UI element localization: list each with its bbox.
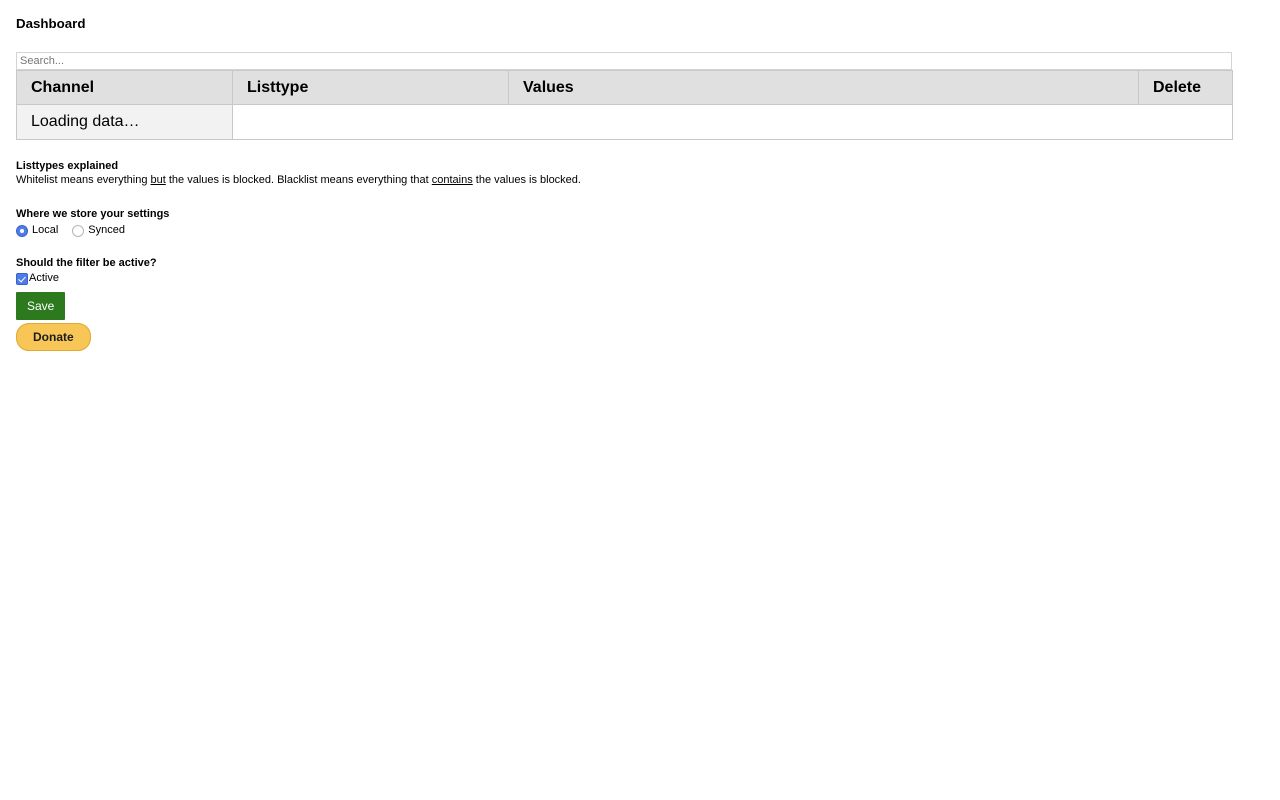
dashboard-page: Dashboard Channel Listtype Values Delete… xyxy=(0,0,1280,800)
listtypes-text-1: Whitelist means everything xyxy=(16,174,151,187)
listtypes-emphasis-but: but xyxy=(150,174,166,187)
search-container xyxy=(16,52,1232,71)
active-checkbox-row[interactable]: Active xyxy=(16,272,1272,285)
listtypes-text-2: the values is blocked. Blacklist means e… xyxy=(165,174,432,187)
table-body: Loading data… xyxy=(16,104,1233,140)
storage-radio-group: Local Synced xyxy=(16,224,1272,237)
page-title: Dashboard xyxy=(16,16,86,31)
column-header-listtype[interactable]: Listtype xyxy=(232,70,509,106)
radio-option-synced[interactable]: Synced xyxy=(72,224,125,237)
checkmark-icon xyxy=(16,272,28,285)
listtypes-text-3: the values is blocked. xyxy=(472,174,581,187)
table-header-row: Channel Listtype Values Delete xyxy=(16,70,1233,106)
column-header-values[interactable]: Values xyxy=(508,70,1139,106)
listtypes-description: Whitelist means everything but the value… xyxy=(16,174,1272,188)
empty-cell-values xyxy=(508,104,1139,140)
storage-heading: Where we store your settings xyxy=(16,208,170,221)
filter-active-section: Should the filter be active? Active xyxy=(16,257,1272,285)
empty-cell-listtype xyxy=(232,104,509,140)
radio-selected-icon xyxy=(16,224,28,237)
filter-active-heading: Should the filter be active? xyxy=(16,256,157,269)
filters-table: Channel Listtype Values Delete Loading d… xyxy=(16,70,1233,140)
table-row: Loading data… xyxy=(16,104,1233,140)
storage-settings-section: Where we store your settings Local Synce… xyxy=(16,208,1272,237)
save-button[interactable]: Save xyxy=(16,291,66,320)
empty-cell-delete xyxy=(1138,104,1233,140)
table-header: Channel Listtype Values Delete xyxy=(16,70,1233,106)
radio-label-local: Local xyxy=(32,224,59,237)
search-input[interactable] xyxy=(16,52,1232,71)
column-header-delete[interactable]: Delete xyxy=(1138,70,1233,106)
loading-status-cell: Loading data… xyxy=(16,104,233,140)
listtypes-explained-section: Listtypes explained Whitelist means ever… xyxy=(16,160,1272,189)
radio-option-local[interactable]: Local xyxy=(16,224,59,237)
listtypes-emphasis-contains: contains xyxy=(431,174,473,187)
listtypes-heading: Listtypes explained xyxy=(16,159,119,172)
radio-unselected-icon xyxy=(72,224,85,237)
radio-label-synced: Synced xyxy=(88,224,125,237)
donate-button[interactable]: Donate xyxy=(16,322,91,351)
active-checkbox-label: Active xyxy=(29,272,59,285)
column-header-channel[interactable]: Channel xyxy=(16,70,233,106)
